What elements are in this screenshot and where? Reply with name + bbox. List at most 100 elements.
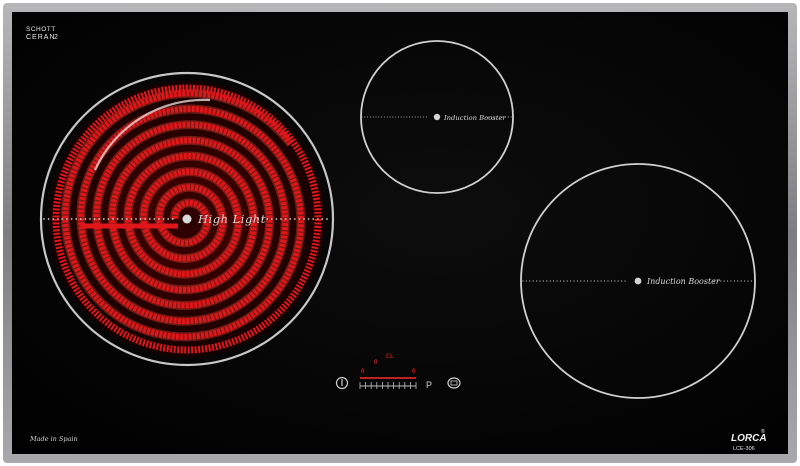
glass-brand-line2: CERAN — [26, 34, 56, 41]
marker-dot — [303, 218, 305, 220]
marker-dot — [580, 280, 582, 282]
marker-dot — [378, 116, 380, 118]
marker-dot — [425, 116, 427, 118]
highlight-zone-label: High Light — [197, 212, 266, 226]
marker-dot — [107, 218, 110, 220]
marker-dot — [312, 218, 315, 220]
marker-dot — [316, 218, 319, 220]
marker-dot — [116, 218, 119, 220]
marker-dot — [750, 280, 753, 282]
marker-dot — [125, 218, 128, 220]
marker-dot — [84, 218, 87, 220]
marker-dot — [162, 218, 165, 220]
marker-dot — [275, 218, 278, 220]
marker-dot — [386, 116, 388, 118]
marker-dot — [326, 218, 328, 220]
marker-dot — [139, 218, 142, 220]
marker-dot — [395, 116, 397, 118]
marker-dot — [43, 218, 45, 220]
marker-dot — [624, 280, 626, 282]
marker-dot — [559, 280, 562, 282]
marker-dot — [397, 116, 399, 118]
marker-dot — [529, 280, 531, 282]
marker-dot — [621, 280, 623, 282]
induction-small-center-dot — [433, 113, 441, 121]
marker-dot — [737, 280, 739, 282]
marker-dot — [364, 116, 366, 118]
marker-dot — [744, 280, 746, 282]
glass-brand-suffix: 2 — [54, 34, 58, 41]
marker-dot — [423, 116, 425, 118]
marker-dot — [367, 116, 369, 118]
marker-dot — [610, 280, 613, 282]
marker-dot — [307, 218, 310, 220]
marker-dot — [510, 116, 512, 118]
marker-dot — [730, 280, 732, 282]
marker-dot — [102, 218, 105, 220]
marker-dot — [607, 280, 609, 282]
marker-dot — [56, 218, 59, 220]
marker-dot — [409, 116, 411, 118]
marker-dot — [576, 280, 579, 282]
display-digit-4: 0 — [412, 368, 416, 375]
marker-dot — [556, 280, 558, 282]
marker-dot — [112, 218, 114, 220]
marker-dot — [381, 116, 383, 118]
marker-dot — [93, 218, 96, 220]
marker-dot — [289, 218, 292, 220]
marker-dot — [600, 280, 602, 282]
marker-dot — [539, 280, 541, 282]
marker-dot — [298, 218, 301, 220]
marker-dot — [417, 116, 419, 118]
marker-dot — [570, 280, 572, 282]
display-digit-extra: C — [386, 353, 390, 360]
marker-dot — [121, 218, 124, 220]
marker-dot — [406, 116, 408, 118]
marker-dot — [590, 280, 592, 282]
marker-dot — [593, 280, 596, 282]
marker-dot — [153, 218, 156, 220]
marker-dot — [740, 280, 742, 282]
marker-dot — [720, 280, 722, 282]
marker-dot — [144, 218, 147, 220]
marker-dot — [70, 218, 73, 220]
marker-dot — [89, 218, 91, 220]
induction-large-label: Induction Booster — [646, 277, 721, 286]
marker-dot — [75, 218, 78, 220]
made-in-spain: Made in Spain — [29, 435, 78, 443]
marker-dot — [52, 218, 55, 220]
marker-dot — [321, 218, 324, 220]
glass-brand-line1: SCHOTT — [26, 26, 56, 33]
marker-dot — [507, 116, 509, 118]
induction-large-center-dot — [634, 277, 642, 285]
marker-dot — [733, 280, 736, 282]
marker-dot — [266, 218, 269, 220]
marker-dot — [389, 116, 391, 118]
marker-dot — [532, 280, 534, 282]
marker-dot — [522, 280, 524, 282]
marker-dot — [171, 218, 174, 220]
display-digit-2: 0 — [374, 359, 378, 366]
highlight-zone[interactable]: High Light — [39, 71, 335, 367]
marker-dot — [148, 218, 151, 220]
marker-dot — [420, 116, 422, 118]
marker-dot — [563, 280, 565, 282]
marker-dot — [79, 218, 82, 220]
display-digit-1: 0 — [361, 368, 365, 375]
marker-dot — [414, 116, 416, 118]
display-digit-3: L — [390, 353, 394, 360]
marker-dot — [372, 116, 374, 118]
marker-dot — [747, 280, 749, 282]
marker-dot — [375, 116, 377, 118]
marker-dot — [723, 280, 725, 282]
marker-dot — [546, 280, 548, 282]
model-number: LCE-306 — [733, 446, 755, 452]
marker-dot — [47, 218, 50, 220]
marker-dot — [727, 280, 729, 282]
marker-dot — [61, 218, 64, 220]
marker-dot — [369, 116, 371, 118]
pause-button[interactable]: P — [426, 380, 432, 390]
marker-dot — [361, 116, 363, 118]
marker-dot — [135, 218, 137, 220]
marker-dot — [411, 116, 413, 118]
